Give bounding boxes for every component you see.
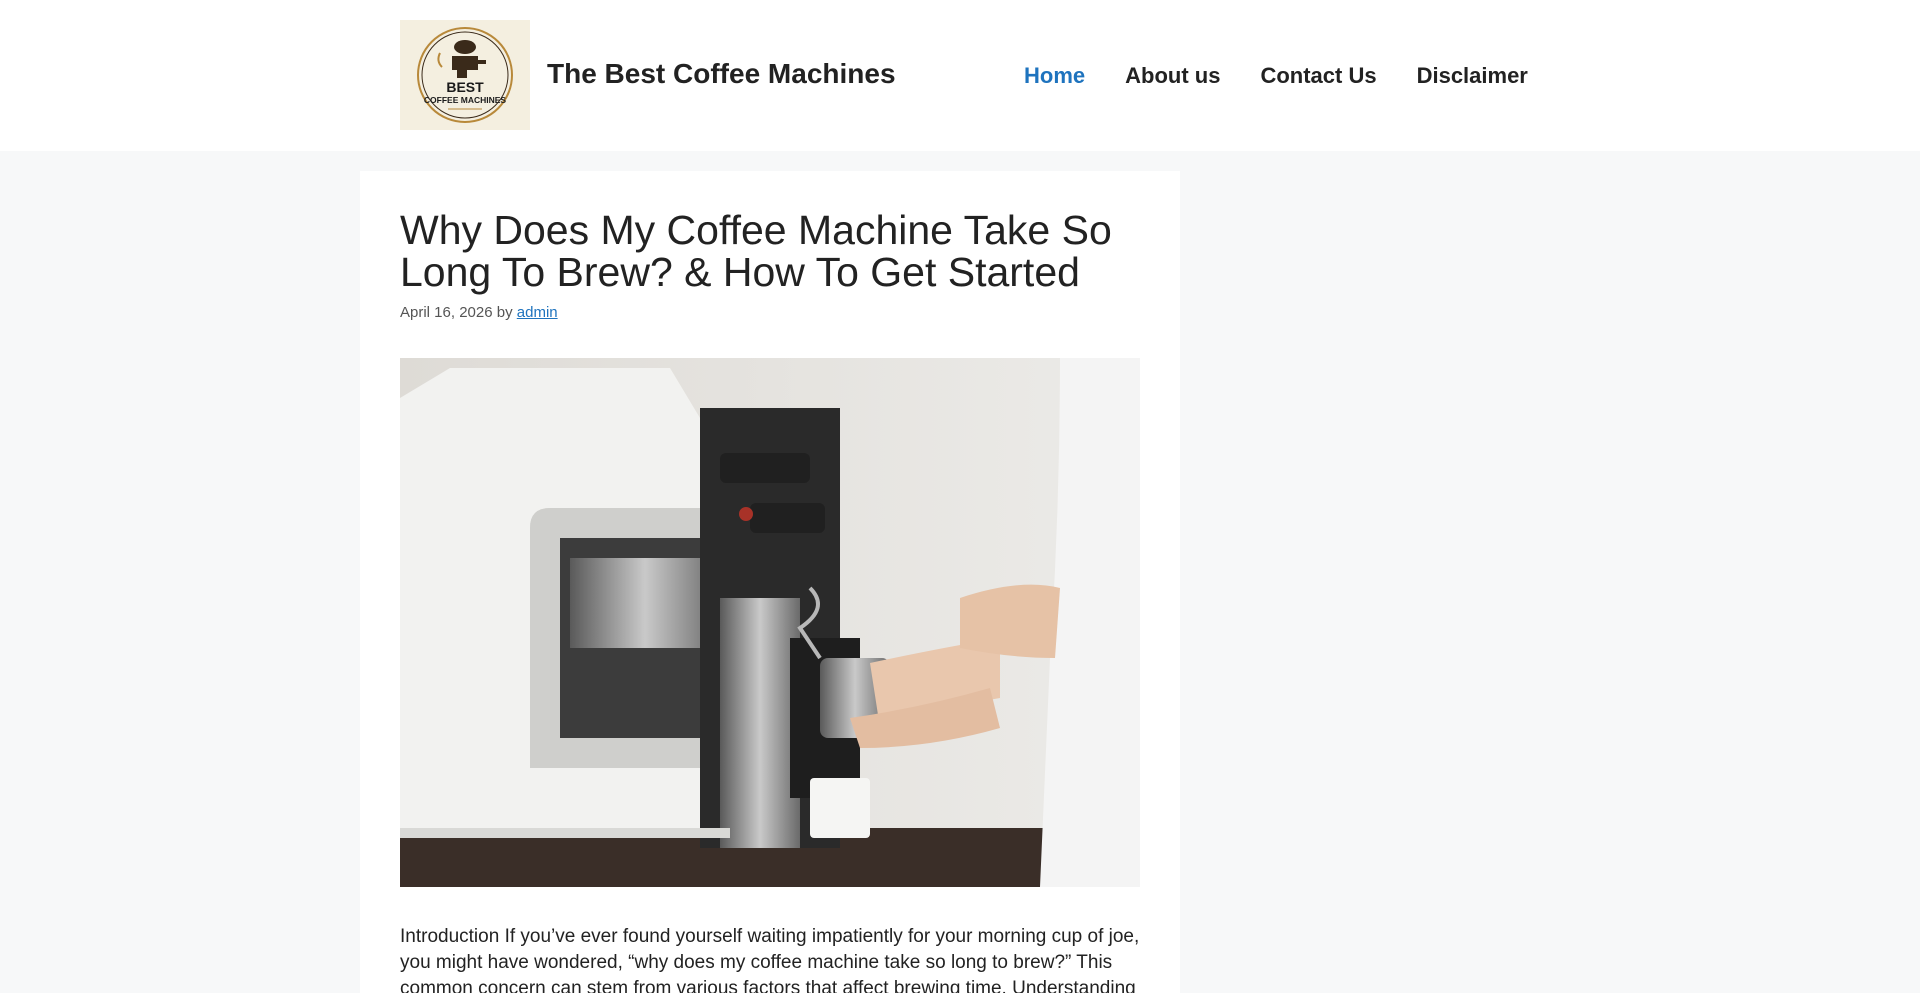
article-meta: April 16, 2026 by admin	[400, 304, 558, 321]
featured-image	[400, 358, 1140, 887]
site-header: BEST COFFEE MACHINES The Best Coffee Mac…	[0, 0, 1920, 151]
espresso-machine-photo-icon	[400, 358, 1140, 887]
main-navigation: Home About us Contact Us Disclaimer	[1004, 58, 1548, 94]
site-logo[interactable]: BEST COFFEE MACHINES	[400, 20, 530, 130]
logo-word-best: BEST	[446, 79, 484, 95]
article-intro: Introduction If you’ve ever found yourse…	[400, 926, 1140, 993]
coffee-logo-icon: BEST COFFEE MACHINES	[400, 20, 530, 130]
nav-item-disclaimer[interactable]: Disclaimer	[1397, 58, 1548, 94]
article-by-label: by	[496, 304, 513, 321]
article: Why Does My Coffee Machine Take So Long …	[360, 171, 1180, 993]
article-title: Why Does My Coffee Machine Take So Long …	[400, 207, 1112, 295]
site-title[interactable]: The Best Coffee Machines	[547, 58, 896, 90]
nav-item-about-us[interactable]: About us	[1105, 58, 1240, 94]
nav-item-contact-us[interactable]: Contact Us	[1240, 58, 1396, 94]
article-date: April 16, 2026	[400, 304, 493, 321]
logo-word-coffee-machines: COFFEE MACHINES	[424, 95, 507, 105]
nav-item-home[interactable]: Home	[1004, 58, 1105, 94]
author-link[interactable]: admin	[517, 304, 558, 321]
